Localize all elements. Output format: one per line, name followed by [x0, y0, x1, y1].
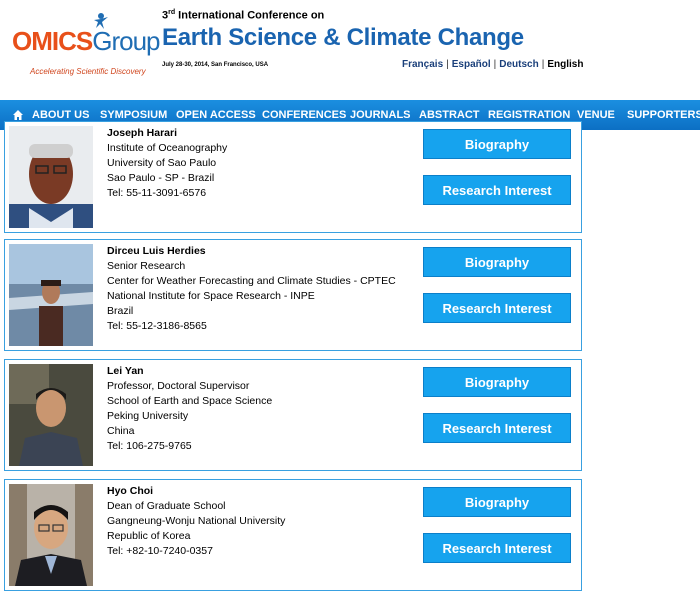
speaker-detail-line: Tel: 55-12-3186-8565: [107, 320, 207, 332]
speaker-info: Lei Yan Professor, Doctoral Supervisor S…: [107, 364, 272, 454]
speaker-name: Dirceu Luis Herdies: [107, 245, 206, 257]
conference-date: July 28-30, 2014, San Francisco, USA: [162, 62, 269, 68]
speaker-detail-line: Senior Research: [107, 260, 186, 272]
omics-group-logo[interactable]: OMICSGroup Accelerating Scientific Disco…: [12, 12, 161, 82]
site-header: OMICSGroup Accelerating Scientific Disco…: [0, 0, 700, 92]
speaker-detail-line: National Institute for Space Research - …: [107, 290, 315, 302]
speaker-photo: [9, 126, 93, 228]
conference-title: Earth Science & Climate Change: [162, 24, 524, 51]
speaker-card-lei-yan: Lei Yan Professor, Doctoral Supervisor S…: [4, 359, 582, 471]
speaker-detail-line: Institute of Oceanography: [107, 142, 228, 154]
speaker-detail-line: Professor, Doctoral Supervisor: [107, 380, 250, 392]
lang-english-link[interactable]: English: [547, 59, 583, 70]
speaker-name: Hyo Choi: [107, 485, 154, 497]
speaker-detail-line: Gangneung-Wonju National University: [107, 515, 286, 527]
speaker-detail-line: Peking University: [107, 410, 189, 422]
speaker-photo: [9, 364, 93, 466]
logo-tagline: Accelerating Scientific Discovery: [30, 67, 146, 76]
speaker-detail-line: Tel: 55-11-3091-6576: [107, 187, 207, 199]
speaker-detail-line: Center for Weather Forecasting and Clima…: [107, 275, 396, 287]
language-selector: Français | Español | Deutsch | English: [402, 59, 584, 70]
research-interest-button[interactable]: Research Interest: [423, 175, 571, 205]
speaker-name: Lei Yan: [107, 365, 144, 377]
speaker-detail-line: Brazil: [107, 305, 134, 317]
nav-supporters[interactable]: SUPPORTERS: [627, 100, 700, 130]
speaker-detail-line: Tel: +82-10-7240-0357: [107, 545, 213, 557]
speaker-detail-line: University of Sao Paulo: [107, 157, 217, 169]
speaker-card-dirceu-luis-herdies: Dirceu Luis Herdies Senior Research Cent…: [4, 239, 582, 351]
biography-button[interactable]: Biography: [423, 487, 571, 517]
research-interest-button[interactable]: Research Interest: [423, 293, 571, 323]
lang-spanish-link[interactable]: Español: [452, 59, 491, 70]
speaker-info: Joseph Harari Institute of Oceanography …: [107, 126, 227, 201]
speaker-photo: [9, 484, 93, 586]
conference-subtitle: 3rd International Conference on: [162, 9, 325, 22]
research-interest-button[interactable]: Research Interest: [423, 533, 571, 563]
biography-button[interactable]: Biography: [423, 129, 571, 159]
speaker-detail-line: School of Earth and Space Science: [107, 395, 273, 407]
speaker-detail-line: Sao Paulo - SP - Brazil: [107, 172, 215, 184]
nav-venue[interactable]: VENUE: [577, 100, 615, 130]
home-icon[interactable]: [12, 109, 24, 121]
biography-button[interactable]: Biography: [423, 367, 571, 397]
speaker-name: Joseph Harari: [107, 127, 178, 139]
research-interest-button[interactable]: Research Interest: [423, 413, 571, 443]
speaker-info: Dirceu Luis Herdies Senior Research Cent…: [107, 244, 396, 334]
lang-french-link[interactable]: Français: [402, 59, 443, 70]
lang-german-link[interactable]: Deutsch: [499, 59, 538, 70]
logo-wordmark: OMICSGroup: [12, 26, 161, 56]
speaker-detail-line: Tel: 106-275-9765: [107, 440, 192, 452]
speaker-photo: [9, 244, 93, 346]
speaker-card-joseph-harari: Joseph Harari Institute of Oceanography …: [4, 121, 582, 233]
speaker-detail-line: Republic of Korea: [107, 530, 191, 542]
speaker-detail-line: Dean of Graduate School: [107, 500, 226, 512]
speaker-info: Hyo Choi Dean of Graduate School Gangneu…: [107, 484, 285, 559]
biography-button[interactable]: Biography: [423, 247, 571, 277]
speaker-detail-line: China: [107, 425, 135, 437]
speaker-card-hyo-choi: Hyo Choi Dean of Graduate School Gangneu…: [4, 479, 582, 591]
